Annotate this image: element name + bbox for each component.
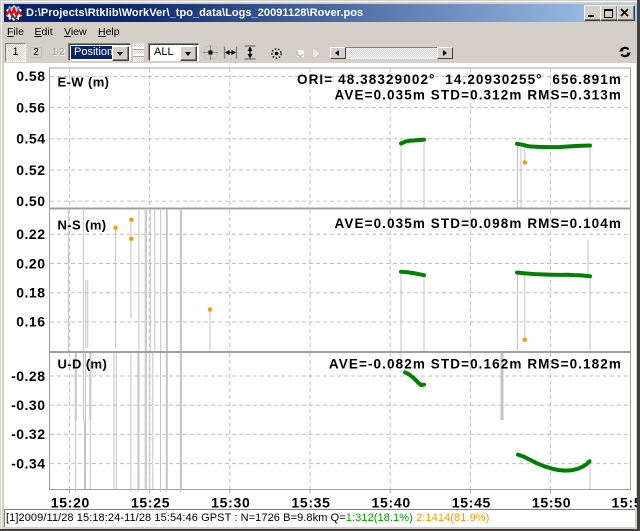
svg-text:-0.32: -0.32 (11, 426, 45, 442)
svg-text:ORI= 48.38329002° 14.20930255: ORI= 48.38329002° 14.20930255° 656.891m (297, 72, 622, 87)
svg-text:0.50: 0.50 (16, 193, 45, 209)
svg-text:0.54: 0.54 (16, 131, 45, 147)
svg-text:-0.30: -0.30 (11, 397, 45, 413)
svg-text:AVE=0.035m STD=0.098m RMS=0.10: AVE=0.035m STD=0.098m RMS=0.104m (335, 216, 622, 231)
svg-text:AVE=0.035m STD=0.312m RMS=0.31: AVE=0.035m STD=0.312m RMS=0.313m (335, 88, 622, 103)
svg-text:AVE=-0.082m STD=0.162m RMS=0.1: AVE=-0.082m STD=0.162m RMS=0.182m (329, 357, 622, 372)
svg-text:0.52: 0.52 (16, 162, 45, 178)
svg-text:U-D (m): U-D (m) (58, 357, 108, 372)
svg-text:0.20: 0.20 (16, 255, 45, 271)
svg-text:0.16: 0.16 (16, 314, 45, 330)
svg-text:0.56: 0.56 (16, 99, 45, 115)
svg-text:E-W (m): E-W (m) (58, 75, 110, 90)
svg-text:0.18: 0.18 (16, 285, 45, 301)
svg-text:-0.28: -0.28 (11, 368, 45, 384)
svg-text:-0.34: -0.34 (11, 455, 45, 471)
svg-text:0.22: 0.22 (16, 226, 45, 242)
svg-text:0.58: 0.58 (16, 68, 45, 84)
svg-text:N-S (m): N-S (m) (58, 218, 107, 233)
